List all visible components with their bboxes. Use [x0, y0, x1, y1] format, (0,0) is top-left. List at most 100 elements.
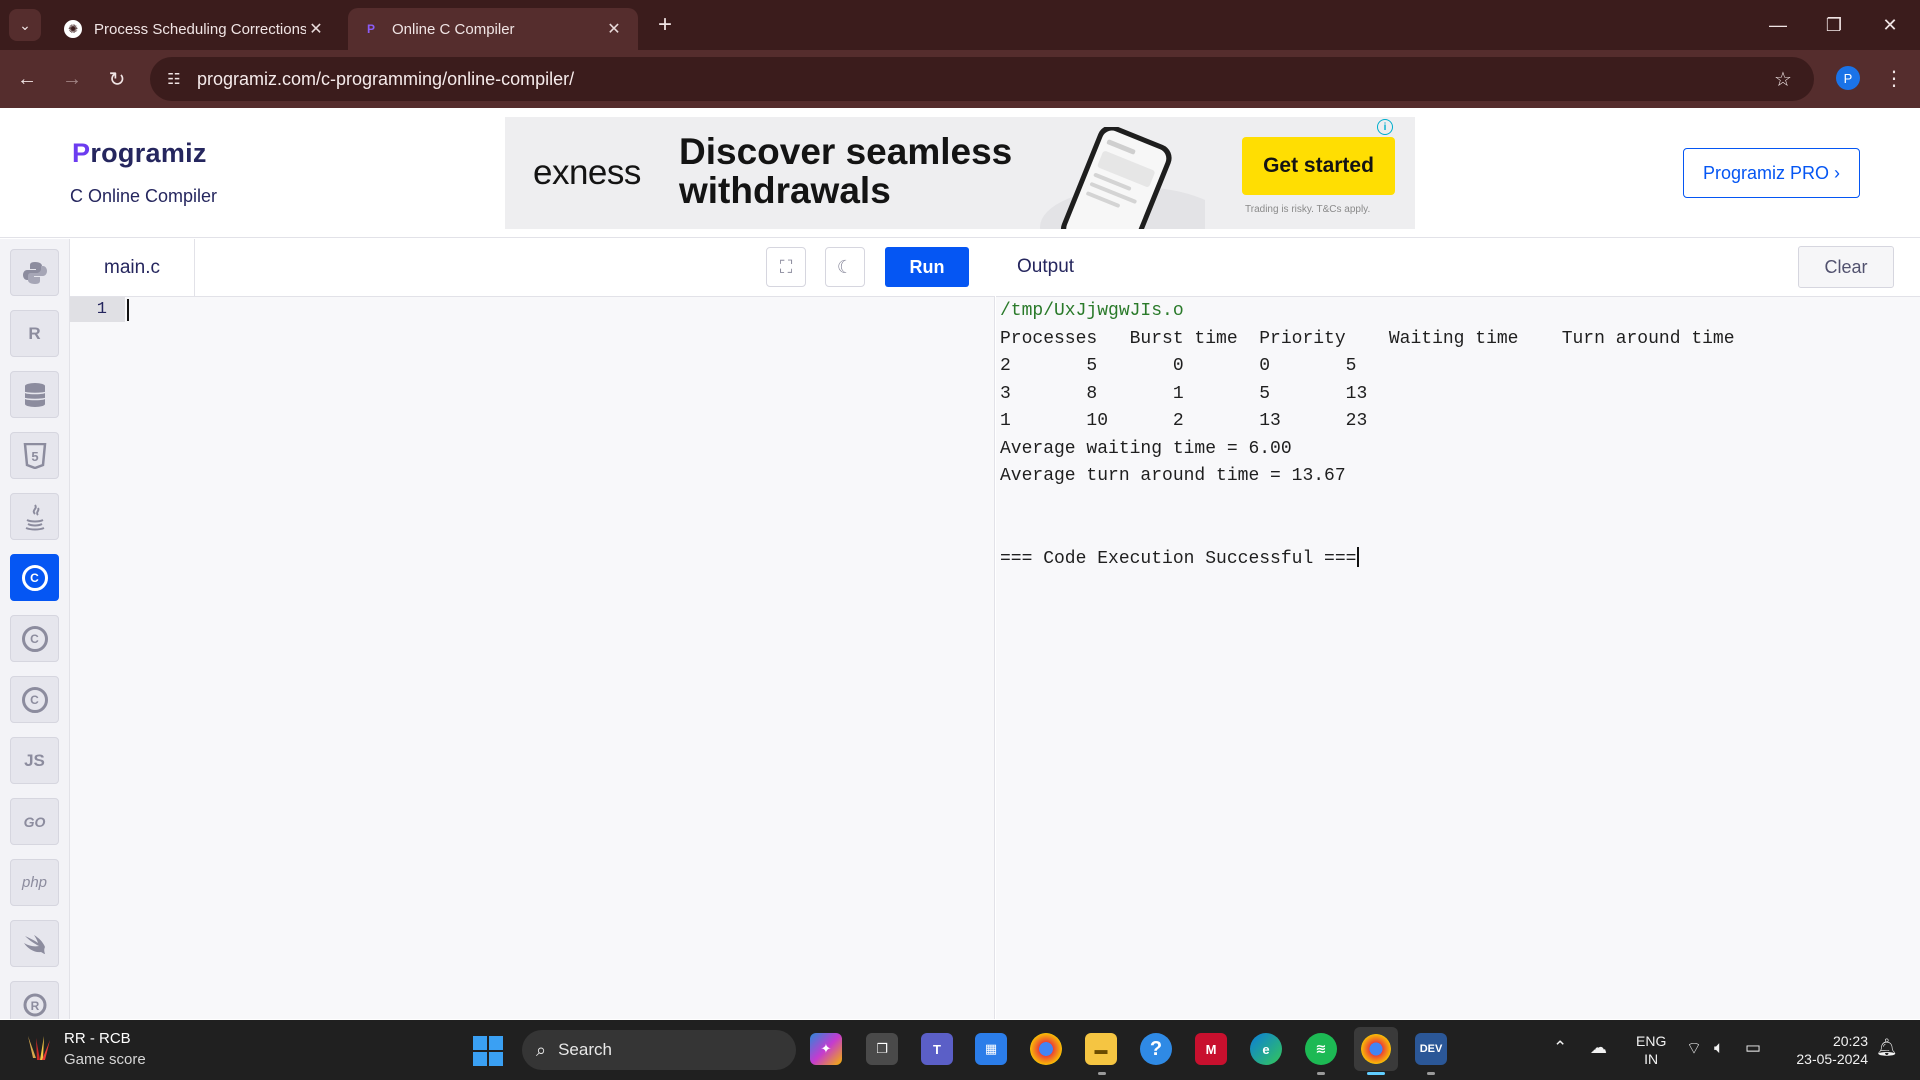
output-title: Output — [1017, 256, 1075, 277]
show-hidden-icons-chevron-icon[interactable]: ⌃ — [1553, 1038, 1567, 1058]
clear-button[interactable]: Clear — [1798, 246, 1894, 288]
ad-get-started-button[interactable]: Get started — [1242, 137, 1395, 195]
back-icon[interactable]: ← — [10, 62, 44, 96]
run-button[interactable]: Run — [885, 247, 969, 287]
html-icon[interactable]: 5 — [10, 432, 59, 479]
close-tab-icon[interactable]: ✕ — [604, 19, 624, 39]
ad-disclaimer: Trading is risky. T&Cs apply. — [1245, 204, 1371, 215]
csharp-icon[interactable]: C — [10, 676, 59, 723]
forward-icon[interactable]: → — [55, 62, 89, 96]
input-language-indicator[interactable]: ENG IN — [1636, 1032, 1666, 1068]
file-tab-main-c[interactable]: main.c — [70, 239, 195, 297]
js-label: JS — [24, 750, 45, 770]
battery-icon[interactable]: ▭ — [1745, 1038, 1761, 1058]
rust-icon[interactable]: R — [10, 981, 59, 1019]
address-bar[interactable]: ☷ programiz.com/c-programming/online-com… — [150, 57, 1814, 101]
lang-line2: IN — [1644, 1051, 1659, 1067]
c-label: C — [21, 564, 48, 591]
close-tab-icon[interactable]: ✕ — [306, 19, 326, 39]
close-window-icon[interactable]: ✕ — [1862, 0, 1918, 50]
browser-menu-icon[interactable]: ⋮ — [1882, 62, 1906, 94]
python-icon[interactable] — [10, 249, 59, 296]
notifications-bell-icon[interactable]: 🔔︎ — [1876, 1038, 1898, 1058]
php-icon[interactable]: php — [10, 859, 59, 906]
chatgpt-icon: ✺ — [64, 20, 82, 38]
r-label: R — [28, 323, 41, 343]
dev-cpp-icon[interactable]: DEV — [1415, 1033, 1447, 1065]
url-text[interactable]: programiz.com/c-programming/online-compi… — [197, 69, 574, 90]
bookmark-star-icon[interactable]: ☆ — [1770, 66, 1796, 92]
running-indicator — [1317, 1072, 1325, 1075]
r-icon[interactable]: R — [10, 310, 59, 357]
output-line: 2 5 0 0 5 — [1000, 356, 1357, 376]
php-label: php — [21, 874, 48, 891]
programiz-pro-button[interactable]: Programiz PRO › — [1683, 148, 1860, 198]
site-header: Programiz C Online Compiler exness Disco… — [0, 108, 1920, 238]
fullscreen-icon[interactable]: ⛶ — [766, 247, 806, 287]
swift-icon[interactable] — [10, 920, 59, 967]
tab-online-c-compiler[interactable]: P Online C Compiler ✕ — [348, 8, 638, 50]
output-line: Average waiting time = 6.00 — [1000, 438, 1292, 459]
cricket-bat-icon[interactable] — [22, 1032, 56, 1066]
output-line: /tmp/UxJjwgwJIs.o — [1000, 301, 1184, 321]
reload-icon[interactable]: ↻ — [100, 62, 134, 96]
advertisement-banner[interactable]: exness Discover seamless withdrawals Get… — [505, 117, 1415, 229]
sql-icon[interactable] — [10, 371, 59, 418]
site-info-icon[interactable]: ☷ — [162, 67, 186, 91]
svg-text:5: 5 — [31, 449, 38, 464]
dark-mode-moon-icon[interactable]: ☾ — [825, 247, 865, 287]
file-explorer-icon[interactable]: ▬ — [1085, 1033, 1117, 1065]
wifi-icon[interactable]: ⌔ — [1686, 1038, 1702, 1059]
teams-icon[interactable]: T — [921, 1033, 953, 1065]
widget-title[interactable]: RR - RCB — [64, 1030, 131, 1047]
success-message: === Code Execution Successful === — [1000, 548, 1357, 569]
code-editor[interactable]: 1 — [70, 297, 995, 1019]
browser-toolbar: ← → ↻ ☷ programiz.com/c-programming/onli… — [0, 50, 1920, 108]
task-view-icon[interactable]: ❐ — [866, 1033, 898, 1065]
java-icon[interactable] — [10, 493, 59, 540]
output-cursor — [1357, 546, 1359, 567]
output-line: 3 8 1 5 13 — [1000, 383, 1368, 404]
browser-tab-bar: ⌄ ✺ Process Scheduling Corrections ✕ P O… — [0, 0, 1920, 50]
onedrive-icon[interactable]: ☁ — [1590, 1038, 1607, 1058]
clock-date: 23-05-2024 — [1796, 1051, 1868, 1067]
ad-phone-image — [1040, 127, 1205, 229]
system-clock[interactable]: 20:23 23-05-2024 — [1786, 1032, 1868, 1068]
minimize-icon[interactable]: — — [1750, 0, 1806, 50]
programiz-logo[interactable]: Programiz — [72, 138, 207, 169]
chrome-active-icon[interactable] — [1354, 1027, 1398, 1071]
output-header: Output Clear — [996, 239, 1920, 297]
mcafee-icon[interactable]: M — [1195, 1033, 1227, 1065]
taskbar-search-box[interactable]: ⌕ Search — [522, 1030, 796, 1070]
chrome-icon[interactable] — [1030, 1033, 1062, 1065]
output-line: Processes Burst time Priority Waiting ti… — [1000, 328, 1735, 349]
widget-subtitle: Game score — [64, 1051, 146, 1068]
volume-icon[interactable]: 🔈︎ — [1714, 1038, 1724, 1058]
ad-info-icon[interactable]: i — [1377, 119, 1393, 135]
profile-avatar[interactable]: P — [1836, 66, 1860, 90]
svg-text:R: R — [30, 999, 39, 1013]
clock-time: 20:23 — [1832, 1033, 1868, 1049]
windows-start-icon[interactable] — [473, 1036, 503, 1066]
c-icon[interactable]: C — [10, 554, 59, 601]
edge-icon[interactable]: e — [1250, 1033, 1282, 1065]
restore-icon[interactable]: ❐ — [1806, 0, 1862, 50]
help-icon[interactable]: ? — [1140, 1033, 1172, 1065]
search-label: Search — [558, 1040, 612, 1059]
js-icon[interactable]: JS — [10, 737, 59, 784]
tab-process-scheduling[interactable]: ✺ Process Scheduling Corrections ✕ — [50, 8, 340, 50]
copilot-icon[interactable]: ✦ — [810, 1033, 842, 1065]
csharp-label: C — [21, 686, 48, 713]
output-line: 1 10 2 13 23 — [1000, 411, 1368, 431]
output-console[interactable]: /tmp/UxJjwgwJIs.o Processes Burst time P… — [996, 297, 1920, 1019]
new-tab-button[interactable]: + — [650, 10, 680, 40]
go-icon[interactable]: GO — [10, 798, 59, 845]
spotify-icon[interactable]: ≋ — [1305, 1033, 1337, 1065]
running-indicator — [1427, 1072, 1435, 1075]
programiz-icon: P — [366, 22, 375, 36]
tab-title: Online C Compiler — [392, 20, 515, 38]
cpp-icon[interactable]: C — [10, 615, 59, 662]
cpp-label: C — [21, 625, 48, 652]
microsoft-store-icon[interactable]: ▦ — [975, 1033, 1007, 1065]
tab-search-chevron-icon[interactable]: ⌄ — [9, 9, 41, 41]
